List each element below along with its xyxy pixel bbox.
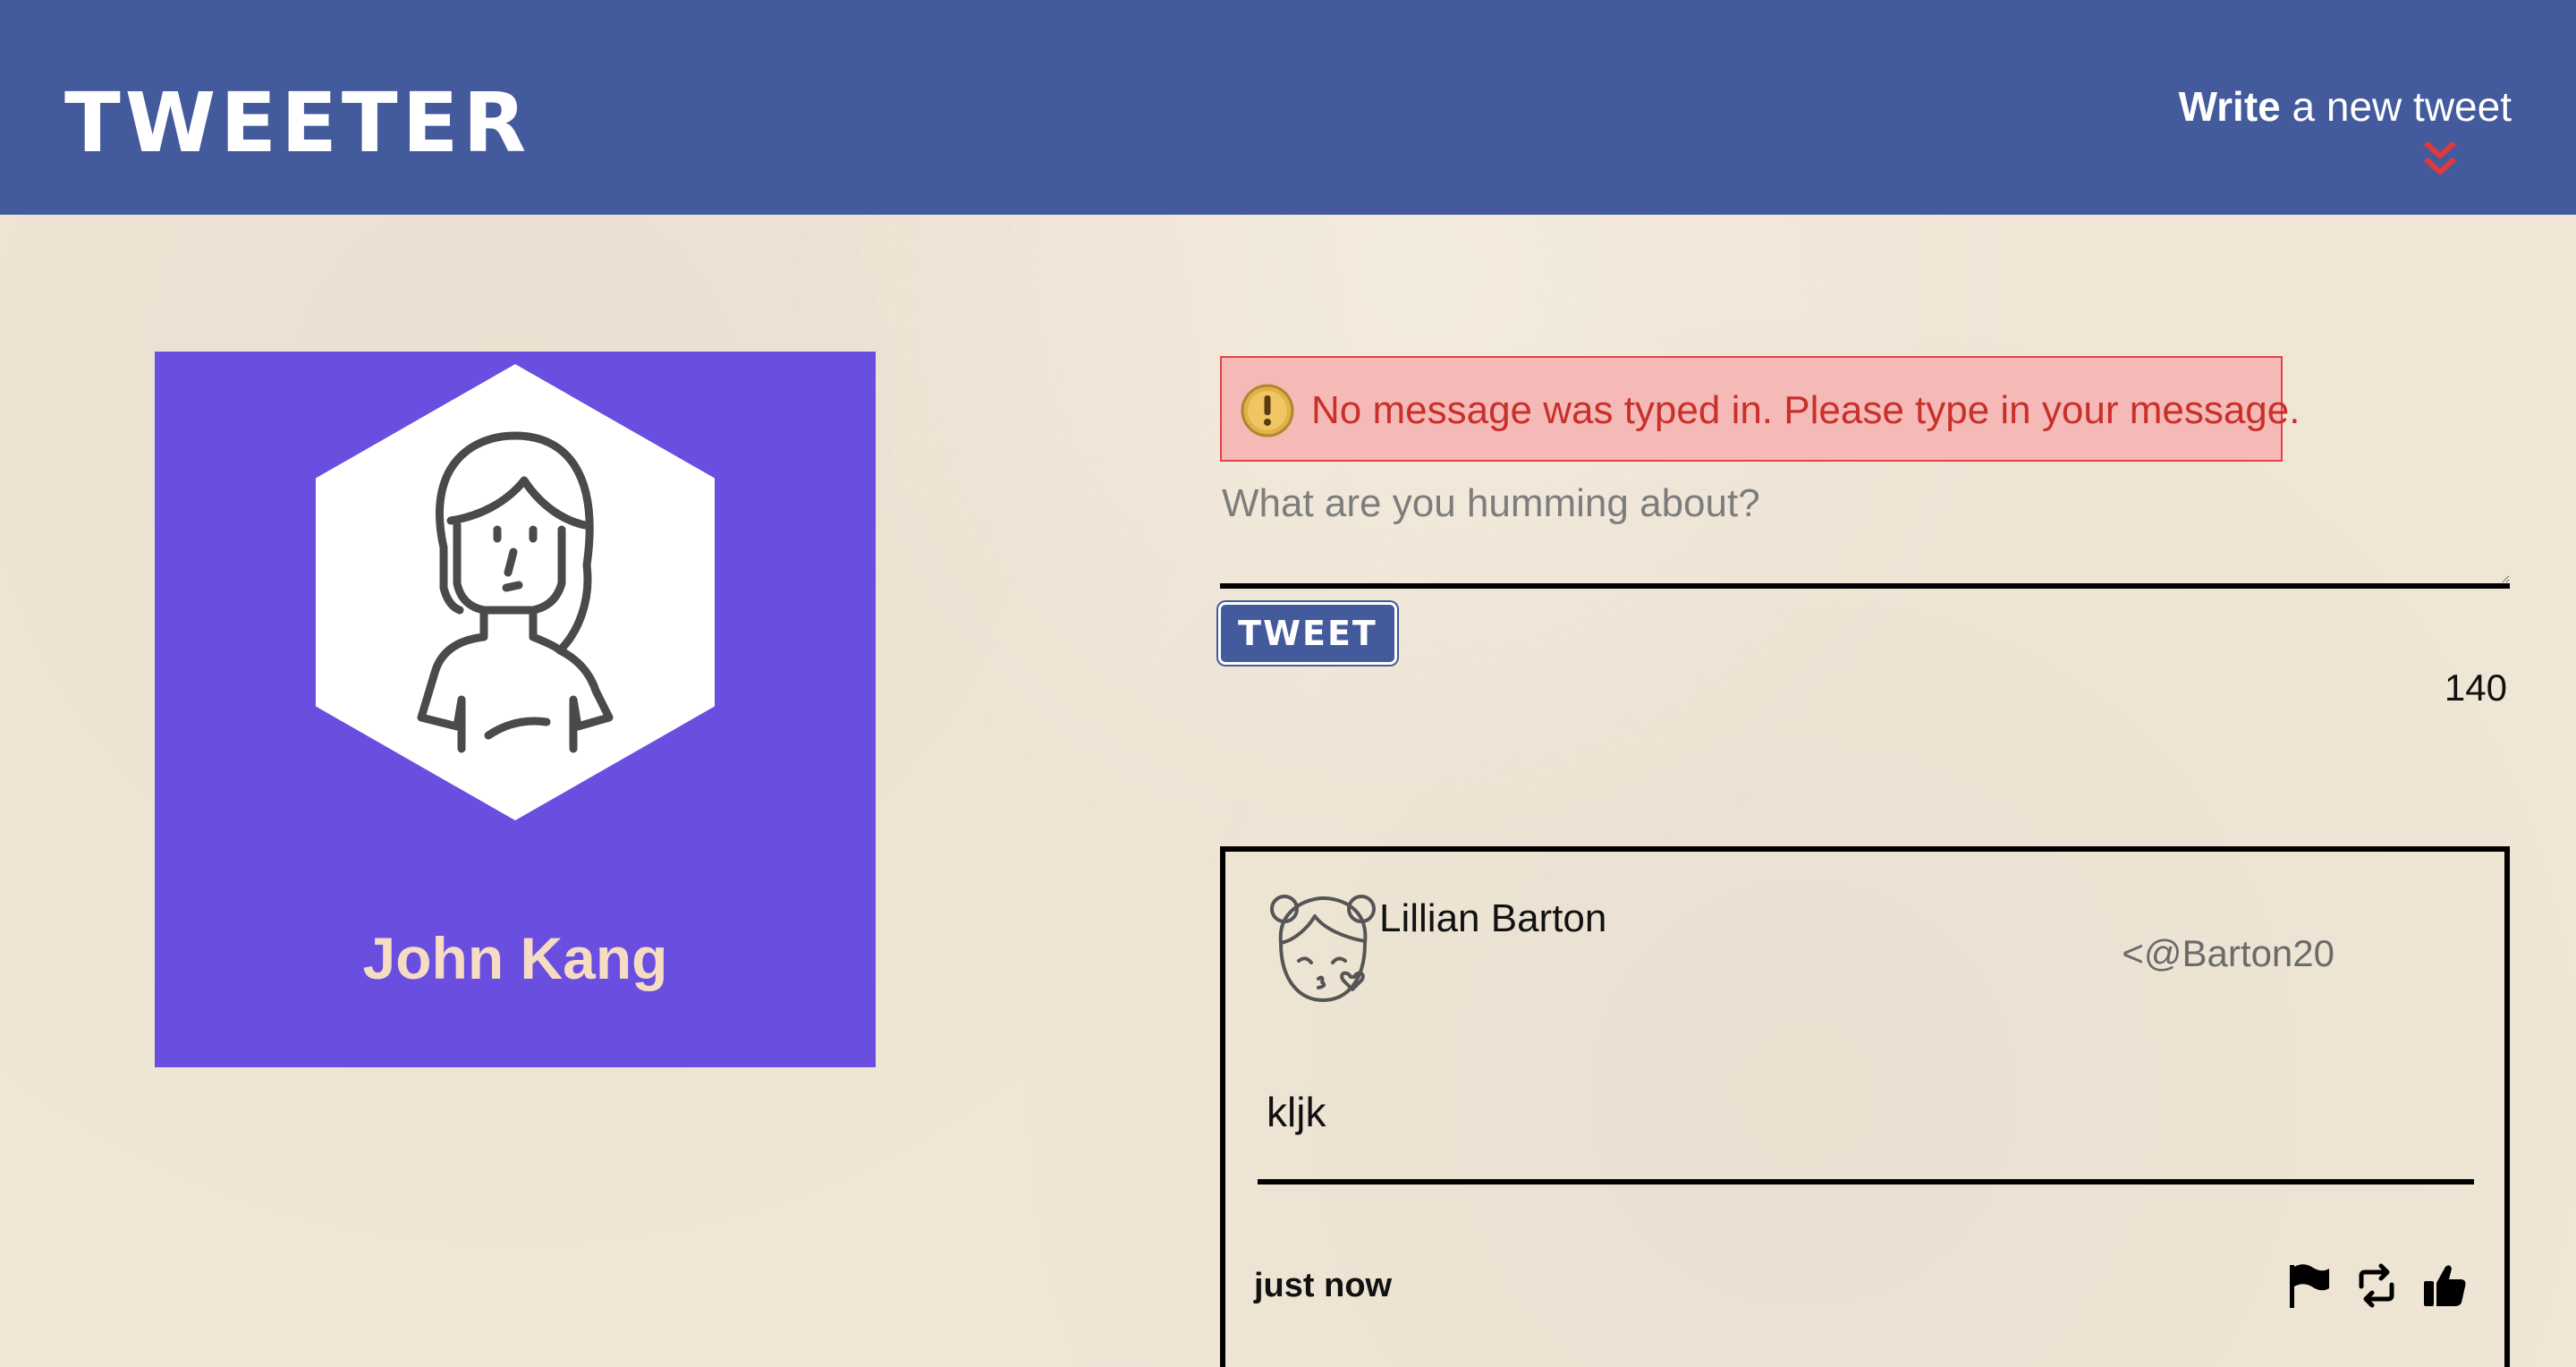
profile-card: John Kang <box>155 352 876 1067</box>
profile-name: John Kang <box>362 925 668 991</box>
compose-toggle[interactable]: Write a new tweet <box>2179 86 2512 127</box>
woman-avatar-icon <box>417 431 614 753</box>
tweet-divider <box>1258 1179 2474 1184</box>
tweet-submit-button[interactable]: TWEET <box>1218 602 1397 665</box>
like-icon[interactable] <box>2422 1261 2467 1310</box>
profile-avatar-hexagon <box>316 364 715 820</box>
girl-kiss-avatar-icon <box>1270 895 1376 1002</box>
tweet-card: Lillian Barton <@Barton20 kljk just now <box>1220 846 2510 1367</box>
error-message: No message was typed in. Please type in … <box>1311 388 2301 432</box>
flag-icon[interactable] <box>2286 1261 2331 1310</box>
compose-toggle-bold-label: Write <box>2178 83 2281 130</box>
warning-icon <box>1241 384 1294 437</box>
tweet-actions <box>2286 1261 2467 1310</box>
error-alert: No message was typed in. Please type in … <box>1220 356 2300 462</box>
tweet-author-handle: <@Barton20 <box>2122 932 2334 974</box>
retweet-icon[interactable] <box>2354 1261 2399 1310</box>
app-logo[interactable]: TWEETER <box>64 82 530 165</box>
tweet-timestamp: just now <box>1254 1267 1393 1304</box>
compose-toggle-label: a new tweet <box>2280 83 2512 130</box>
tweet-content: kljk <box>1267 1089 1326 1135</box>
top-nav: TWEETER Write a new tweet <box>0 0 2576 215</box>
char-counter: 140 <box>2444 667 2507 709</box>
tweet-author-name: Lillian Barton <box>1379 896 1607 940</box>
double-chevron-down-icon[interactable] <box>2420 140 2460 179</box>
tweet-text-input[interactable] <box>1220 474 2510 589</box>
